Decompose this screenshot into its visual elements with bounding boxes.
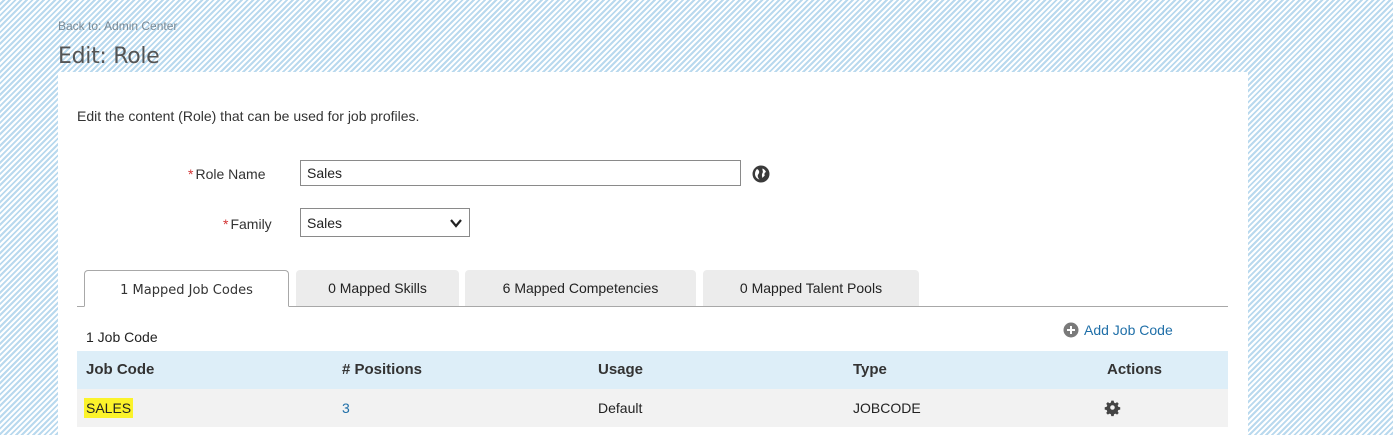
column-header-positions[interactable]: # Positions [342, 351, 422, 389]
edit-role-panel: Edit the content (Role) that can be used… [58, 72, 1248, 435]
required-marker: * [188, 166, 194, 182]
family-select-value: Sales [307, 215, 343, 231]
column-header-job-code[interactable]: Job Code [86, 351, 154, 389]
tab-mapped-competencies[interactable]: 6 Mapped Competencies [465, 270, 696, 306]
type-cell: JOBCODE [853, 400, 921, 416]
positions-link[interactable]: 3 [342, 389, 350, 427]
page-title: Edit: Role [58, 44, 160, 69]
tab-mapped-talent-pools[interactable]: 0 Mapped Talent Pools [703, 270, 919, 306]
column-header-actions: Actions [1107, 361, 1163, 378]
role-name-label: * Role Name [188, 166, 266, 182]
add-job-code-label: Add Job Code [1084, 322, 1173, 338]
job-code-cell: SALES [84, 389, 134, 427]
family-select[interactable]: Sales [300, 208, 470, 237]
column-header-type[interactable]: Type [853, 351, 887, 389]
job-codes-table: Job Code # Positions Usage Type Actions … [77, 351, 1228, 427]
table-header: Job Code # Positions Usage Type Actions [77, 351, 1228, 389]
role-name-input[interactable] [300, 160, 741, 186]
back-to-admin-center-link[interactable]: Back to: Admin Center [58, 19, 177, 33]
form-description: Edit the content (Role) that can be used… [77, 108, 420, 124]
globe-icon[interactable] [752, 165, 770, 183]
gear-icon[interactable] [1104, 400, 1121, 417]
table-row: SALES 3 Default JOBCODE [77, 389, 1228, 427]
add-job-code-button[interactable]: Add Job Code [1063, 322, 1173, 338]
job-code-count: 1 Job Code [86, 329, 158, 345]
chevron-down-icon [449, 216, 463, 233]
usage-cell: Default [598, 400, 643, 416]
plus-circle-icon [1063, 322, 1079, 338]
column-header-usage[interactable]: Usage [598, 351, 643, 389]
tab-mapped-skills[interactable]: 0 Mapped Skills [296, 270, 459, 306]
family-label: * Family [223, 216, 272, 232]
required-marker: * [223, 216, 229, 232]
tab-mapped-job-codes[interactable]: 1 Mapped Job Codes [84, 270, 289, 307]
job-code-value: SALES [84, 398, 134, 418]
